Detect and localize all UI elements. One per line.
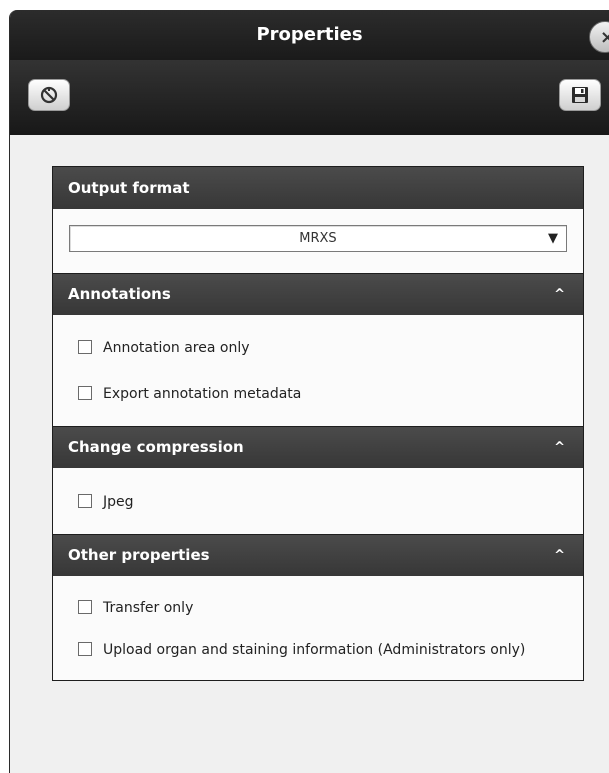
annotation-area-only-label: Annotation area only xyxy=(103,340,250,356)
other-properties-title: Other properties xyxy=(68,546,210,564)
output-format-value: MRXS xyxy=(299,231,337,246)
annotations-body: Annotation area only Export annotation m… xyxy=(53,315,583,426)
title-bar: Properties × xyxy=(10,10,609,60)
dropdown-arrow-icon: ▼ xyxy=(548,231,558,246)
chevron-up-icon[interactable]: ^ xyxy=(554,274,565,315)
upload-organ-checkbox[interactable] xyxy=(78,642,92,656)
output-format-body: MRXS ▼ xyxy=(53,209,583,273)
compression-header[interactable]: Change compression ^ xyxy=(53,426,583,468)
jpeg-label: Jpeg xyxy=(103,494,134,510)
reset-icon xyxy=(40,86,58,104)
upload-organ-option[interactable]: Upload organ and staining information (A… xyxy=(53,640,583,660)
transfer-only-label: Transfer only xyxy=(103,600,194,616)
other-properties-body: Transfer only Upload organ and staining … xyxy=(53,576,583,680)
transfer-only-checkbox[interactable] xyxy=(78,600,92,614)
properties-window: Properties × Output format xyxy=(9,10,609,773)
close-icon: × xyxy=(600,27,609,48)
jpeg-checkbox[interactable] xyxy=(78,494,92,508)
toolbar xyxy=(10,60,609,135)
chevron-up-icon[interactable]: ^ xyxy=(554,535,565,576)
output-format-title: Output format xyxy=(68,179,190,197)
window-title: Properties xyxy=(256,24,363,45)
upload-organ-label: Upload organ and staining information (A… xyxy=(103,642,526,658)
chevron-up-icon[interactable]: ^ xyxy=(554,427,565,468)
output-format-select[interactable]: MRXS ▼ xyxy=(69,225,567,252)
other-properties-header[interactable]: Other properties ^ xyxy=(53,534,583,576)
annotations-title: Annotations xyxy=(68,285,171,303)
save-button[interactable] xyxy=(559,79,601,111)
reset-button[interactable] xyxy=(28,79,70,111)
compression-body: Jpeg xyxy=(53,468,583,534)
annotation-area-only-option[interactable]: Annotation area only xyxy=(53,338,583,358)
output-format-header: Output format xyxy=(53,167,583,209)
export-annotation-metadata-label: Export annotation metadata xyxy=(103,386,302,402)
content-area: Output format MRXS ▼ Annotations ^ Annot… xyxy=(10,135,609,773)
export-annotation-metadata-option[interactable]: Export annotation metadata xyxy=(53,384,583,404)
transfer-only-option[interactable]: Transfer only xyxy=(53,598,583,618)
annotations-header[interactable]: Annotations ^ xyxy=(53,273,583,315)
jpeg-option[interactable]: Jpeg xyxy=(53,492,583,512)
export-annotation-metadata-checkbox[interactable] xyxy=(78,386,92,400)
compression-title: Change compression xyxy=(68,438,244,456)
save-icon xyxy=(572,87,588,103)
properties-panel: Output format MRXS ▼ Annotations ^ Annot… xyxy=(52,166,584,681)
annotation-area-only-checkbox[interactable] xyxy=(78,340,92,354)
